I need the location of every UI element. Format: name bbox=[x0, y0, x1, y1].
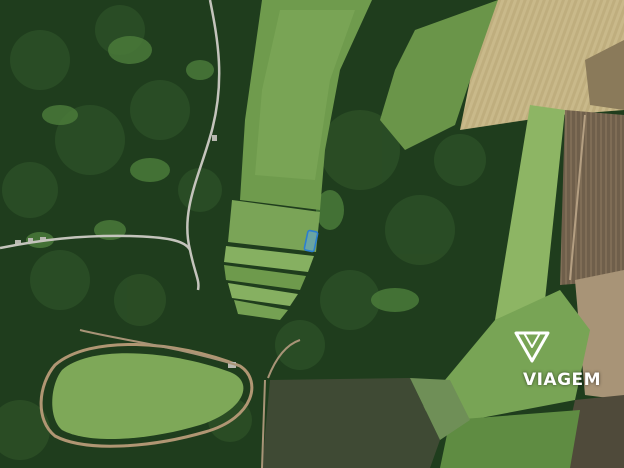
plowed-field-east bbox=[560, 110, 624, 285]
dark-field-south bbox=[262, 378, 440, 468]
satellite-map[interactable]: VIAGEM bbox=[0, 0, 624, 468]
watermark-brand: VIAGEM bbox=[522, 370, 602, 390]
watermark: VIAGEM bbox=[512, 330, 612, 400]
diamond-logo-icon bbox=[514, 331, 550, 363]
